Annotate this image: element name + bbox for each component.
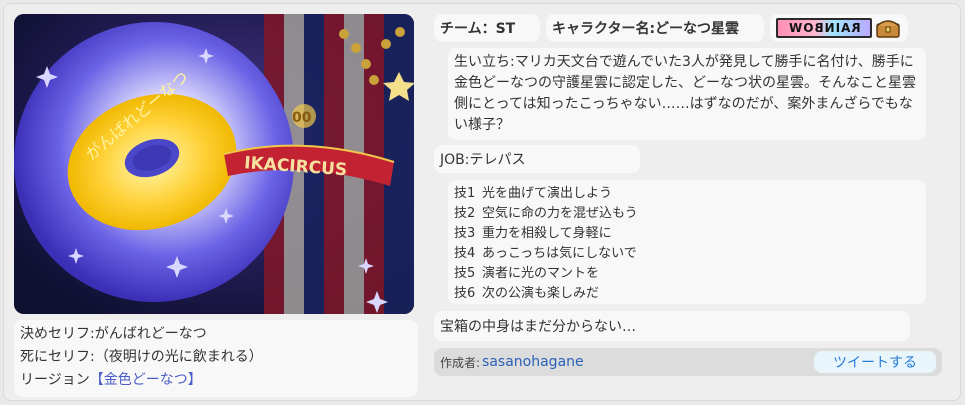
author-link[interactable]: sasanohagane: [482, 354, 584, 370]
kime-serif: 決めセリフ:がんばれどーなつ: [20, 326, 207, 342]
character-name: キャラクター名:どーなつ星雲: [546, 14, 764, 42]
footer: 作成者: sasanohagane ツイートする: [434, 348, 942, 376]
rainbow-badge: RAINBOW: [776, 18, 872, 38]
skills-list: 技1 光を曲げて演出しよう 技2 空気に命の力を混ぜ込もう 技3 重力を相殺して身軽に…: [448, 180, 926, 304]
tweet-button[interactable]: ツイートする: [814, 351, 936, 373]
author-label: 作成者:: [440, 355, 481, 370]
treasure-chest-icon: [876, 20, 900, 38]
badges: RAINBOW: [770, 14, 908, 42]
badge-text: 00: [292, 110, 312, 126]
job-label: JOB:テレパス: [434, 145, 640, 173]
character-card: がんばれどーなつ IKACIRCUS 00 決めセリフ:がんばれどーなつ 死にセ…: [3, 3, 961, 401]
region-link[interactable]: 【金色どーなつ】: [90, 372, 202, 388]
skill-item: 技3 重力を相殺して身軽に: [454, 226, 612, 241]
skill-item: 技2 空気に命の力を混ぜ込もう: [454, 206, 638, 221]
treasure-text: 宝箱の中身はまだ分からない…: [434, 311, 910, 341]
skill-item: 技4 あっこっちは気にしないで: [454, 246, 637, 261]
team-label: チーム：ST: [434, 14, 540, 42]
region: リージョン【金色どーなつ】: [20, 372, 202, 388]
skill-item: 技5 演者に光のマントを: [454, 266, 600, 281]
quotes-box: 決めセリフ:がんばれどーなつ 死にセリフ:（夜明けの光に飲まれる） リージョン【…: [14, 320, 418, 397]
skill-item: 技1 光を曲げて演出しよう: [454, 186, 613, 201]
character-image: がんばれどーなつ IKACIRCUS 00: [14, 14, 414, 314]
shini-serif: 死にセリフ:（夜明けの光に飲まれる）: [20, 349, 263, 365]
origin-text: 生い立ち:マリカ天文台で遊んでいた3人が発見して勝手に名付け、勝手に金色どーなつ…: [448, 48, 926, 140]
skill-item: 技6 次の公演も楽しみだ: [454, 286, 600, 301]
